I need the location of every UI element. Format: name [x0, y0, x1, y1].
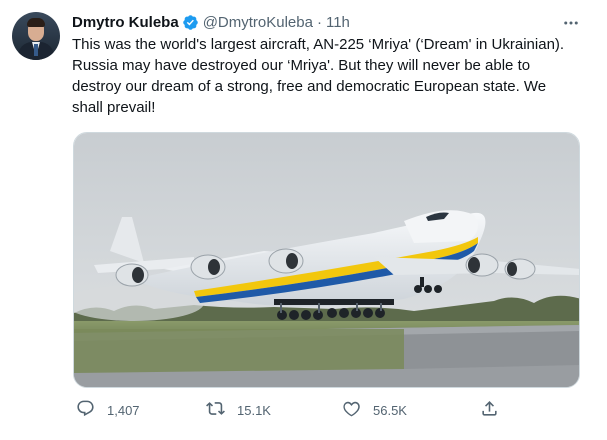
- retweet-count: 15.1K: [237, 402, 271, 418]
- avatar[interactable]: [12, 12, 60, 60]
- like-count: 56.5K: [373, 402, 407, 418]
- tweet-header: Dmytro Kuleba @DmytroKuleba · 11h: [72, 12, 350, 32]
- display-name[interactable]: Dmytro Kuleba: [72, 14, 179, 31]
- handle[interactable]: @DmytroKuleba: [203, 14, 313, 31]
- retweet-button[interactable]: 15.1K: [206, 398, 271, 422]
- separator-dot: ·: [316, 13, 322, 31]
- tweet-media-photo[interactable]: [73, 132, 580, 388]
- like-icon: [342, 399, 361, 421]
- avatar-tie: [34, 44, 38, 56]
- like-button[interactable]: 56.5K: [342, 398, 407, 422]
- aircraft-photo: [74, 133, 579, 387]
- timestamp[interactable]: 11h: [326, 14, 350, 31]
- share-icon: [480, 399, 499, 421]
- reply-icon: [76, 399, 95, 421]
- more-icon[interactable]: [560, 14, 582, 32]
- reply-count: 1,407: [107, 402, 140, 418]
- share-button[interactable]: [480, 398, 499, 422]
- avatar-hair: [27, 18, 45, 27]
- tweet-text-line: Russia may have destroyed our ‘Mriya'. B…: [72, 57, 531, 74]
- tweet[interactable]: Dmytro Kuleba @DmytroKuleba · 11h This w…: [0, 0, 607, 440]
- tweet-text-line: shall prevail!: [72, 99, 156, 116]
- verified-badge-icon: [182, 14, 199, 31]
- tweet-text-line: This was the world's largest aircraft, A…: [72, 36, 565, 53]
- retweet-icon: [206, 399, 225, 421]
- tweet-actions: 1,407 15.1K 56.5K: [72, 398, 512, 422]
- tweet-text: This was the world's largest aircraft, A…: [72, 34, 590, 118]
- reply-button[interactable]: 1,407: [76, 398, 140, 422]
- tweet-text-line: destroy our dream of a strong, free and …: [72, 78, 547, 95]
